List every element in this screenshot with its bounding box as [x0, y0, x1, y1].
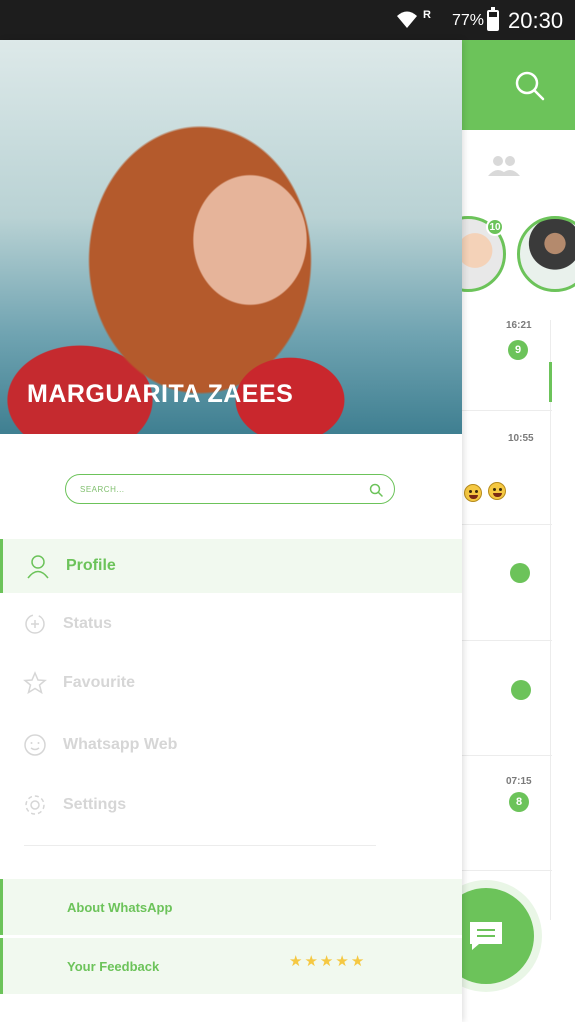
divider: [462, 524, 552, 525]
emoji-icon: [464, 484, 482, 502]
divider: [24, 845, 376, 846]
chat-icon: [470, 922, 502, 950]
group-icon[interactable]: [486, 154, 522, 178]
divider: [462, 870, 552, 871]
menu-item-about[interactable]: About WhatsApp: [0, 879, 462, 935]
clock: 20:30: [508, 8, 564, 33]
menu-item-label: Settings: [63, 796, 127, 813]
emoji-icon: [488, 482, 506, 500]
menu-item-label: Profile: [66, 557, 116, 574]
star-icon[interactable]: ★: [304, 954, 317, 969]
unread-badge: [511, 680, 531, 700]
drawer-search: SEARCH...: [42, 464, 418, 514]
divider: [462, 410, 552, 411]
status-icon: [21, 610, 49, 638]
web-icon: [21, 731, 49, 759]
navigation-drawer: MARGUARITA ZAEES SEARCH... Profile Statu…: [0, 40, 462, 1022]
battery-icon: [487, 7, 499, 31]
star-icon[interactable]: ★: [289, 954, 302, 969]
info-icon: [21, 889, 57, 925]
status-bar: R 77% 20:30: [0, 0, 575, 40]
divider: [462, 755, 552, 756]
scrollbar-track: [550, 320, 551, 920]
menu-item-label: Favourite: [63, 674, 136, 691]
rating-stars[interactable]: ★ ★ ★ ★ ★: [289, 954, 364, 969]
unread-badge: 8: [509, 792, 529, 812]
feedback-icon: [21, 948, 57, 984]
user-icon: [24, 552, 52, 580]
menu-item-label: About WhatsApp: [67, 899, 173, 915]
chat-time: 07:15: [506, 776, 532, 787]
menu-item-whatsapp-web[interactable]: Whatsapp Web: [0, 718, 462, 772]
menu-item-favourite[interactable]: Favourite: [0, 656, 462, 710]
star-icon[interactable]: ★: [351, 954, 364, 969]
story-badge: 10: [486, 218, 504, 236]
search-input[interactable]: SEARCH...: [65, 474, 395, 504]
star-icon[interactable]: ★: [320, 954, 333, 969]
header-search-button[interactable]: [494, 50, 566, 122]
unread-badge: [510, 563, 530, 583]
search-placeholder: SEARCH...: [80, 484, 125, 494]
menu-item-settings[interactable]: Settings: [0, 778, 462, 832]
search-icon: [515, 71, 545, 101]
star-icon: [21, 669, 49, 697]
profile-name: MARGUARITA ZAEES: [27, 380, 294, 408]
gear-icon: [21, 791, 49, 819]
star-icon[interactable]: ★: [335, 954, 348, 969]
menu-item-feedback[interactable]: Your Feedback ★ ★ ★ ★ ★: [0, 938, 462, 994]
menu-item-profile[interactable]: Profile: [0, 539, 462, 593]
battery-percent: 77%: [452, 12, 485, 29]
menu-item-label: Status: [63, 615, 112, 632]
profile-cover-photo: MARGUARITA ZAEES: [0, 40, 462, 434]
chat-time: 10:55: [508, 433, 534, 444]
menu-item-status[interactable]: Status: [0, 597, 462, 651]
signal-label: R: [423, 9, 431, 21]
unread-badge: 9: [508, 340, 528, 360]
scrollbar-thumb[interactable]: [549, 362, 552, 402]
chat-time: 16:21: [506, 320, 532, 331]
wifi-icon: [397, 11, 417, 28]
divider: [462, 640, 552, 641]
menu-item-label: Your Feedback: [67, 958, 160, 974]
menu-item-label: Whatsapp Web: [63, 736, 178, 753]
search-icon[interactable]: [366, 480, 386, 500]
